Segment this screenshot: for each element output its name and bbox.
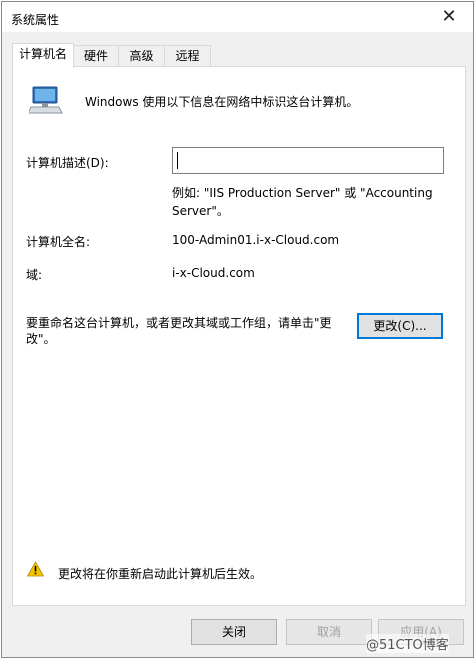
- text-caret: [177, 152, 178, 169]
- computer-icon: [29, 86, 63, 114]
- restart-warning-text: 更改将在你重新启动此计算机后生效。: [58, 567, 263, 581]
- window-title: 系统属性: [11, 13, 60, 27]
- tab-hardware[interactable]: 硬件: [73, 45, 119, 67]
- example-text: 例如: "IIS Production Server" 或 "Accountin…: [172, 186, 433, 218]
- full-name-label: 计算机全名:: [26, 235, 91, 249]
- title-bar[interactable]: 系统属性 ✕: [2, 2, 473, 32]
- domain-label: 域:: [26, 268, 43, 282]
- tab-remote[interactable]: 远程: [164, 45, 211, 67]
- computer-description-input[interactable]: [172, 147, 444, 174]
- close-window-icon[interactable]: ✕: [429, 4, 469, 30]
- warning-icon: [27, 561, 44, 577]
- watermark: @51CTO博客: [366, 634, 449, 653]
- full-name-value: 100-Admin01.i-x-Cloud.com: [172, 233, 340, 247]
- computer-name-panel: Windows 使用以下信息在网络中标识这台计算机。 计算机描述(D): 例如:…: [12, 66, 466, 606]
- tab-advanced[interactable]: 高级: [118, 45, 165, 67]
- close-button[interactable]: 关闭: [191, 619, 277, 645]
- rename-instructions: 要重命名这台计算机，或者更改其域或工作组，请单击"更改"。: [26, 316, 332, 346]
- intro-text: Windows 使用以下信息在网络中标识这台计算机。: [85, 95, 359, 109]
- system-properties-window: 系统属性 ✕ 计算机名 硬件 高级 远程 Windows 使用以下信息在网络中标…: [1, 1, 474, 658]
- tab-computer-name[interactable]: 计算机名: [12, 43, 74, 68]
- description-label: 计算机描述(D):: [26, 156, 109, 170]
- cancel-button[interactable]: 取消: [286, 619, 372, 645]
- domain-value: i-x-Cloud.com: [172, 266, 255, 280]
- change-button[interactable]: 更改(C)...: [357, 313, 443, 339]
